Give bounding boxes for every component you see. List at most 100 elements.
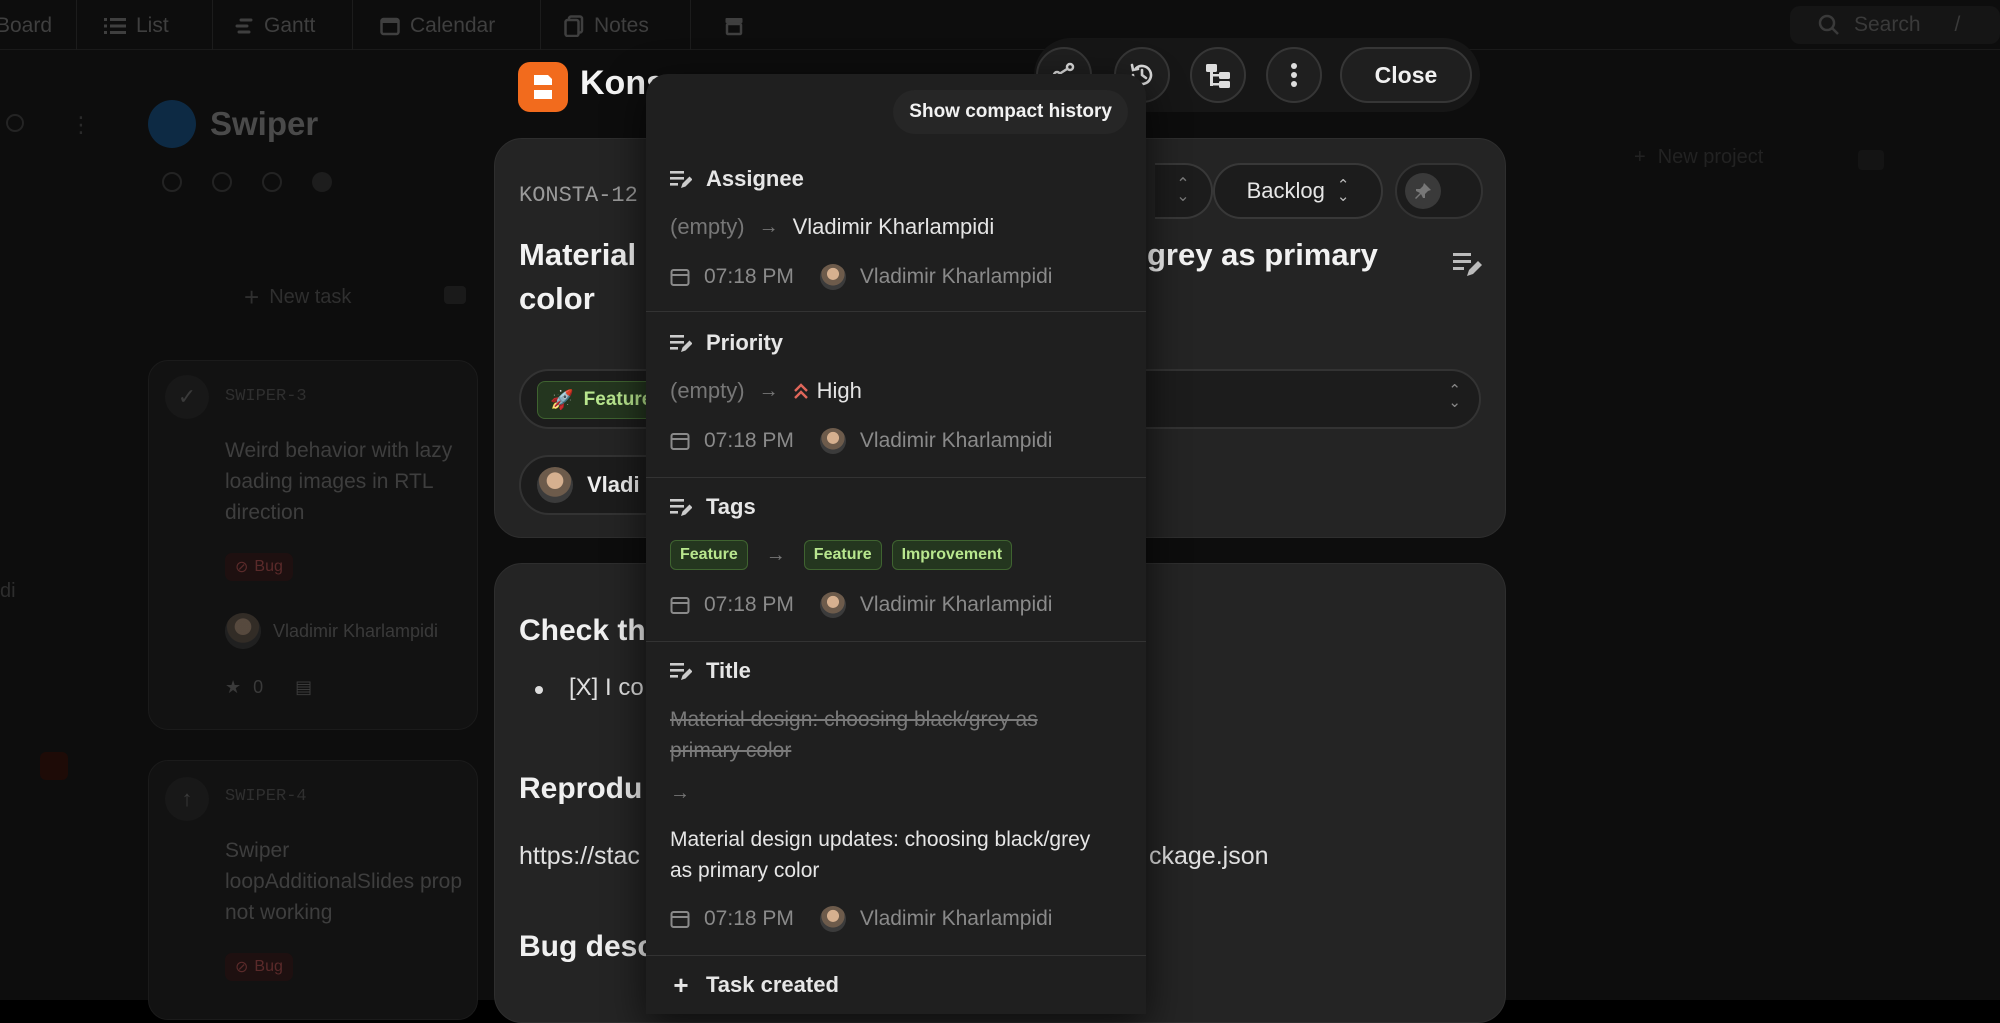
column-badge (40, 752, 68, 780)
settings-icon[interactable] (6, 114, 24, 132)
nav-tab-archive[interactable] (724, 12, 744, 40)
priority-select[interactable]: ⌃ ⌄ (1155, 163, 1213, 219)
calendar-icon (670, 269, 690, 286)
card-footer: ★ 0 ▤ (225, 677, 313, 698)
history-field-header: Tags (670, 494, 756, 520)
arrow-right-icon: → (765, 543, 786, 566)
task-title-part[interactable]: color (519, 281, 595, 317)
task-title-part[interactable]: Material (519, 237, 636, 273)
history-change: Feature → Feature Improvement (670, 540, 1013, 570)
gantt-icon (235, 18, 253, 34)
description-heading: Bug desc (519, 930, 655, 963)
avatar (819, 592, 846, 618)
edit-title-icon[interactable] (1453, 251, 1483, 279)
history-field-header: Assignee (670, 166, 804, 192)
history-task-created: + Task created (670, 972, 839, 998)
nav-tab-board[interactable]: Board (0, 12, 52, 40)
avatar (819, 264, 846, 290)
rocket-icon: 🚀 (550, 390, 574, 411)
more-vertical-icon (1291, 63, 1297, 87)
subtasks-button[interactable] (1190, 47, 1246, 103)
nav-tab-gantt[interactable]: Gantt (234, 12, 315, 40)
bullet (535, 686, 543, 694)
tag-feature: Feature (803, 540, 882, 570)
task-id: KONSTA-12 (519, 183, 638, 208)
column-links (162, 172, 332, 192)
list-icon (104, 18, 126, 34)
tag-improvement: Improvement (891, 540, 1013, 570)
avatar (819, 428, 846, 454)
chevron-updown-icon: ⌃ ⌄ (1448, 382, 1461, 411)
history-popover: Show compact history Assignee (empty) → … (646, 74, 1146, 1014)
document-icon[interactable]: ▤ (295, 677, 312, 698)
nav-divider (540, 0, 541, 50)
search-box[interactable]: Search / (1790, 6, 2000, 44)
folder-icon[interactable] (1858, 150, 1884, 170)
plus-icon: + (1634, 146, 1646, 168)
arrow-right-icon: → (670, 782, 690, 804)
arrow-right-icon: → (758, 379, 779, 402)
github-icon[interactable] (212, 172, 232, 192)
nav-tab-notes[interactable]: Notes (564, 12, 649, 40)
history-field-header: Title (670, 658, 751, 684)
search-icon (1818, 14, 1839, 35)
edit-lines-icon (670, 663, 692, 680)
column-menu-icon[interactable] (444, 286, 466, 304)
check-icon[interactable]: ✓ (165, 375, 209, 419)
description-heading: Reprodu (519, 772, 643, 805)
edit-lines-icon (670, 499, 692, 516)
more-options-button[interactable] (1266, 47, 1322, 103)
close-button[interactable]: Close (1340, 47, 1472, 103)
new-task-button[interactable]: + New task (244, 282, 351, 313)
more-icon[interactable]: ⋮ (70, 112, 92, 138)
arrow-up-icon[interactable]: ↑ (165, 777, 209, 821)
edit-lines-icon (670, 171, 692, 188)
history-change: (empty) → Vladimir Kharlampidi (670, 214, 995, 239)
old-title: Material design: choosing black/grey as … (670, 708, 1038, 762)
task-card[interactable]: ✓ SWIPER-3 Weird behavior with lazy load… (148, 360, 478, 730)
open-collective-icon[interactable] (262, 172, 282, 192)
project-logo-icon (518, 62, 568, 112)
card-fragment-text: di (0, 580, 16, 602)
nav-divider (76, 0, 77, 50)
checklist-item: [X] I co (569, 674, 644, 701)
avatar (537, 467, 573, 503)
history-meta: 07:18 PM Vladimir Kharlampidi (670, 428, 1052, 454)
new-title: Material design updates: choosing black/… (670, 828, 1091, 882)
task-title-part[interactable]: grey as primary (1147, 237, 1378, 273)
edit-lines-icon (670, 335, 692, 352)
column-header-swiper[interactable]: Swiper (148, 100, 318, 148)
nav-tab-list[interactable]: List (104, 12, 169, 40)
task-card[interactable]: ↑ SWIPER-4 Swiper loopAdditionalSlides p… (148, 760, 478, 1020)
show-compact-history-button[interactable]: Show compact history (893, 90, 1128, 134)
hierarchy-icon (1206, 64, 1230, 88)
description-heading: Check th (519, 614, 646, 647)
history-field-header: Priority (670, 330, 783, 356)
task-id: SWIPER-3 (225, 387, 307, 406)
globe-icon[interactable] (162, 172, 182, 192)
new-project-button[interactable]: + New project (1634, 146, 1763, 169)
bug-badge: ⊘ Bug (225, 953, 293, 981)
history-meta: 07:18 PM Vladimir Kharlampidi (670, 592, 1052, 618)
assignee: Vladimir Kharlampidi (225, 613, 438, 649)
tag-feature: Feature (670, 540, 748, 570)
link-text[interactable]: https://stac (519, 842, 640, 871)
calendar-icon (670, 597, 690, 614)
pin-toggle[interactable] (1395, 163, 1483, 219)
chevron-updown-icon: ⌃ ⌄ (1336, 177, 1350, 205)
history-meta: 07:18 PM Vladimir Kharlampidi (670, 906, 1052, 932)
plus-icon: + (244, 282, 260, 312)
calendar-icon (670, 911, 690, 928)
nav-divider (212, 0, 213, 50)
nav-divider (352, 0, 353, 50)
palette-icon[interactable] (312, 172, 332, 192)
nav-tab-calendar[interactable]: Calendar (380, 12, 495, 40)
link-text[interactable]: ckage.json (1149, 842, 1269, 871)
status-select[interactable]: Backlog ⌃ ⌄ (1213, 163, 1383, 219)
star-icon[interactable]: ★ (225, 677, 241, 698)
notes-icon (564, 15, 584, 37)
pin-icon (1405, 173, 1441, 209)
priority-high-icon (793, 383, 808, 399)
swiper-logo-icon (148, 100, 196, 148)
history-meta: 07:18 PM Vladimir Kharlampidi (670, 264, 1052, 290)
